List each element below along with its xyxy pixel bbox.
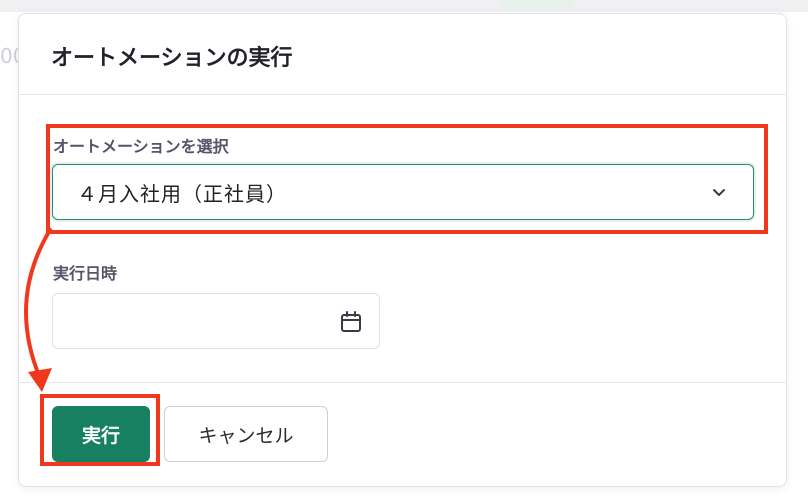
calendar-icon[interactable] (339, 310, 363, 334)
run-button[interactable]: 実行 (52, 406, 150, 462)
datetime-label: 実行日時 (53, 264, 118, 283)
footer-divider (19, 382, 786, 383)
dialog-title: オートメーションの実行 (51, 46, 293, 71)
automation-select[interactable]: ４月入社用（正社員） (52, 164, 754, 220)
automation-run-dialog: オートメーションの実行 オートメーションを選択 ４月入社用（正社員） 実行日時 … (18, 13, 787, 487)
cancel-button[interactable]: キャンセル (164, 406, 328, 462)
chevron-down-icon (713, 189, 725, 196)
datetime-input[interactable] (52, 293, 380, 349)
automation-select-label: オートメーションを選択 (53, 137, 229, 156)
dialog-header: オートメーションの実行 (19, 14, 786, 95)
background-top-bar (0, 0, 808, 12)
automation-select-value: ４月入社用（正社員） (77, 181, 287, 206)
background-tab (502, 0, 574, 8)
